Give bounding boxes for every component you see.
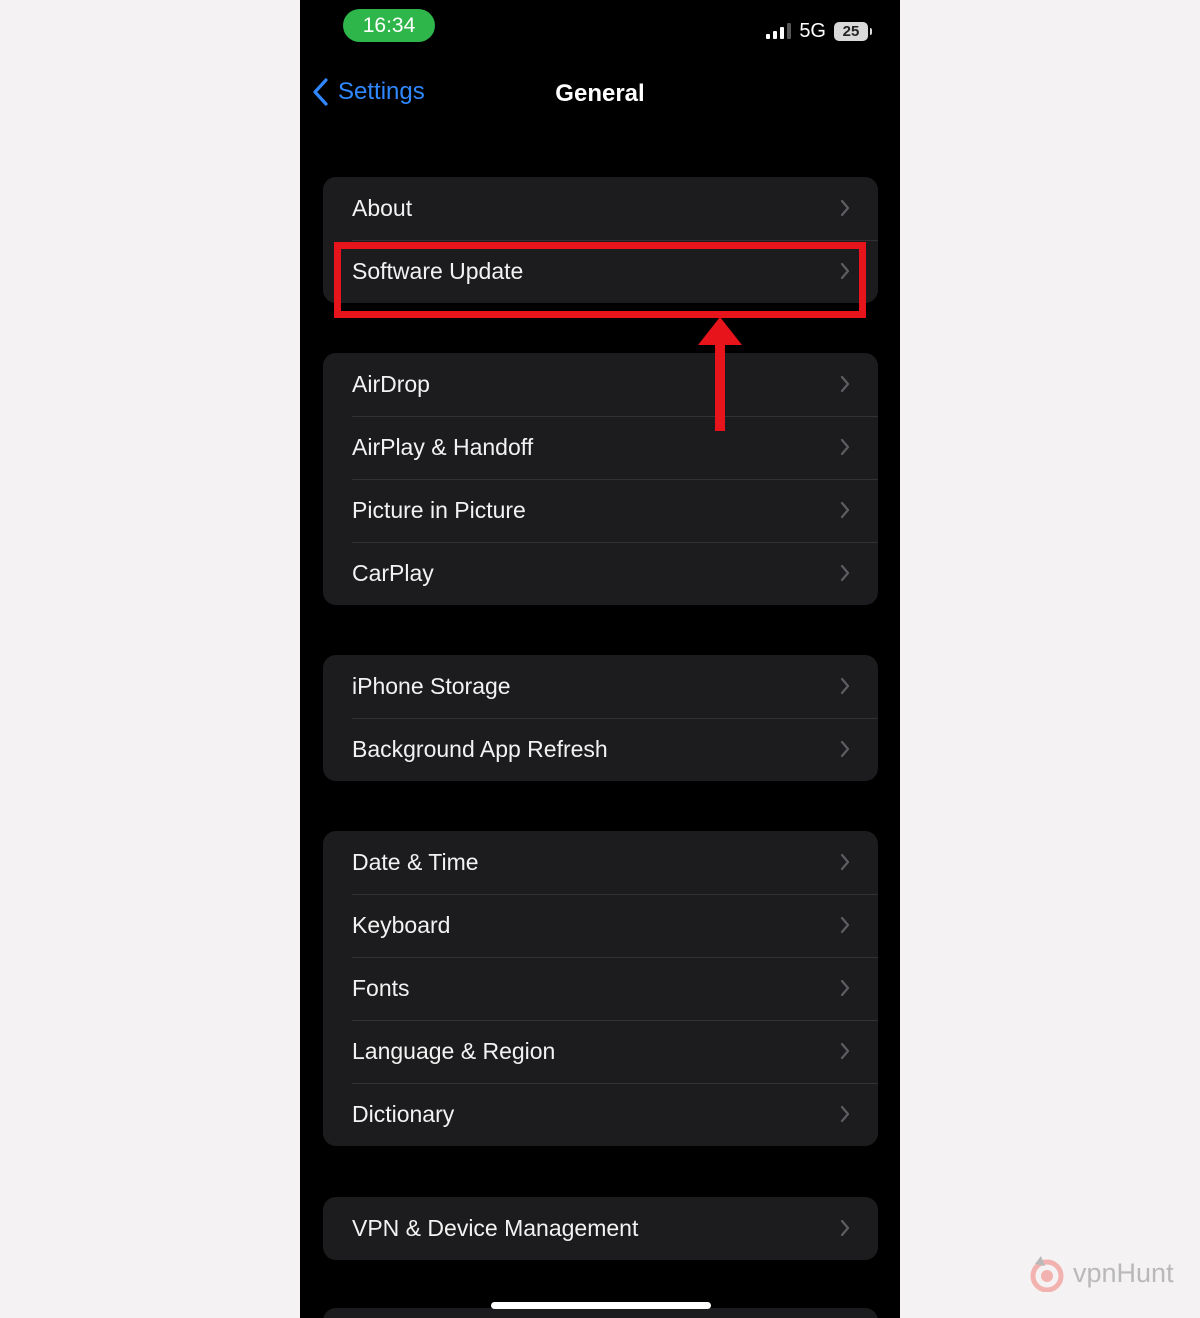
status-indicators: 5G 25 — [766, 19, 872, 43]
settings-group-6-partial — [323, 1308, 878, 1318]
row-vpn-device-management[interactable]: VPN & Device Management — [323, 1197, 878, 1260]
home-indicator[interactable] — [491, 1302, 711, 1309]
chevron-right-icon — [840, 564, 850, 582]
settings-group-3: iPhone Storage Background App Refresh — [323, 655, 878, 781]
chevron-right-icon — [840, 199, 850, 217]
row-picture-in-picture[interactable]: Picture in Picture — [323, 479, 878, 542]
row-label: Background App Refresh — [352, 736, 608, 762]
row-airdrop[interactable]: AirDrop — [323, 353, 878, 416]
chevron-right-icon — [840, 853, 850, 871]
row-label: Picture in Picture — [352, 497, 526, 523]
row-language-region[interactable]: Language & Region — [323, 1020, 878, 1083]
chevron-right-icon — [840, 262, 850, 280]
chevron-right-icon — [840, 1219, 850, 1237]
row-label: AirDrop — [352, 371, 430, 397]
row-label: Keyboard — [352, 912, 451, 938]
row-label: Fonts — [352, 975, 410, 1001]
row-dictionary[interactable]: Dictionary — [323, 1083, 878, 1146]
row-label: VPN & Device Management — [352, 1215, 639, 1241]
chevron-right-icon — [840, 677, 850, 695]
settings-group-2: AirDrop AirPlay & Handoff Picture in Pic… — [323, 353, 878, 605]
watermark-text: vpnHunt — [1073, 1257, 1174, 1288]
row-software-update[interactable]: Software Update — [323, 240, 878, 303]
row-label: Dictionary — [352, 1101, 455, 1127]
row-label: Date & Time — [352, 849, 479, 875]
chevron-right-icon — [840, 979, 850, 997]
row-date-time[interactable]: Date & Time — [323, 831, 878, 894]
row-label: About — [352, 195, 413, 221]
row-label: Language & Region — [352, 1038, 556, 1064]
arrow-up-icon — [698, 317, 742, 431]
chevron-right-icon — [840, 740, 850, 758]
chevron-right-icon — [840, 375, 850, 393]
phone-screen: 16:34 5G 25 Settings General About Softw… — [300, 0, 900, 1318]
chevron-right-icon — [840, 916, 850, 934]
settings-group-5: VPN & Device Management — [323, 1197, 878, 1260]
row-label: CarPlay — [352, 560, 434, 586]
signal-icon — [766, 23, 792, 39]
row-airplay-handoff[interactable]: AirPlay & Handoff — [323, 416, 878, 479]
row-label: AirPlay & Handoff — [352, 434, 534, 460]
status-time: 16:34 — [343, 9, 435, 42]
settings-group-1: About Software Update — [323, 177, 878, 303]
row-carplay[interactable]: CarPlay — [323, 542, 878, 605]
row-keyboard[interactable]: Keyboard — [323, 894, 878, 957]
row-fonts[interactable]: Fonts — [323, 957, 878, 1020]
chevron-right-icon — [840, 438, 850, 456]
row-label: Software Update — [352, 258, 524, 284]
network-type: 5G — [799, 19, 826, 42]
watermark-logo: vpnHunt — [1027, 1254, 1174, 1292]
battery-icon: 25 — [834, 21, 872, 41]
row-label: iPhone Storage — [352, 673, 511, 699]
chevron-right-icon — [840, 1105, 850, 1123]
row-iphone-storage[interactable]: iPhone Storage — [323, 655, 878, 718]
row-background-app-refresh[interactable]: Background App Refresh — [323, 718, 878, 781]
settings-group-4: Date & Time Keyboard Fonts Language & Re… — [323, 831, 878, 1146]
row-about[interactable]: About — [323, 177, 878, 240]
vpnhunt-logo-icon — [1030, 1256, 1064, 1292]
chevron-right-icon — [840, 501, 850, 519]
chevron-right-icon — [840, 1042, 850, 1060]
page-title: General — [555, 80, 645, 107]
